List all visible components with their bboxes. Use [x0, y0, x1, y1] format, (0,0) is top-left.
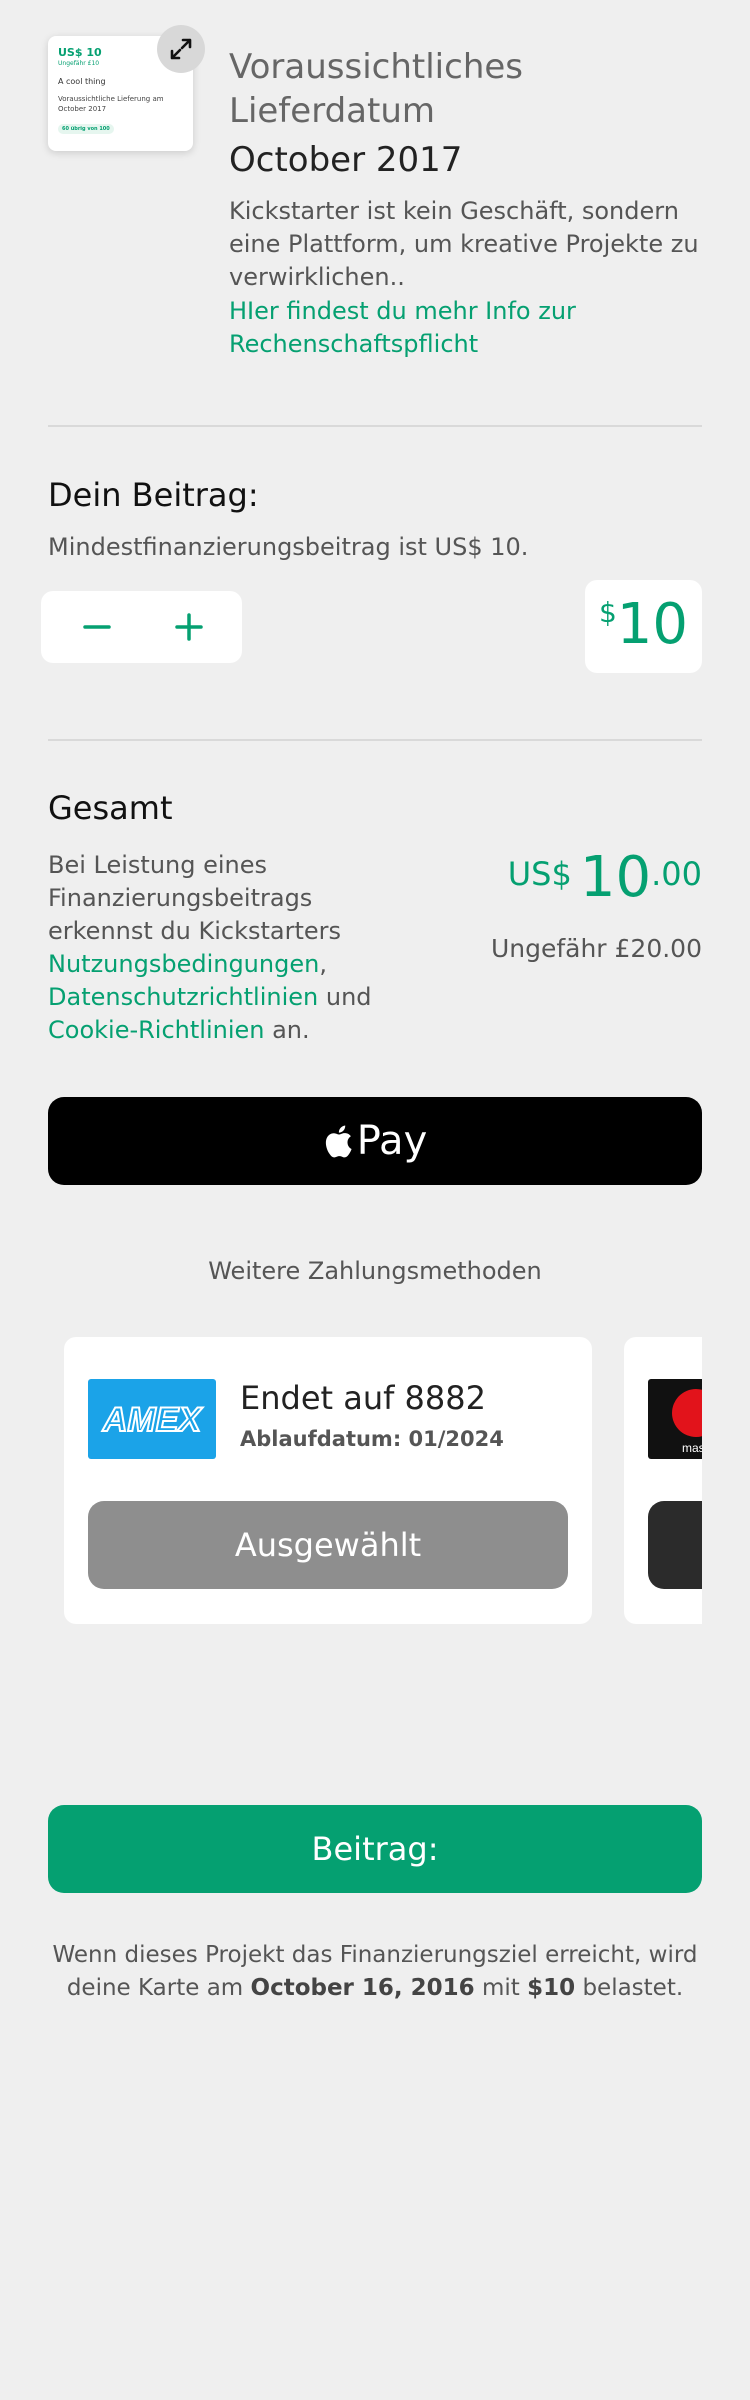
card-last-digits: Endet auf 8882	[240, 1379, 486, 1417]
card-select-button[interactable]	[648, 1501, 702, 1589]
expand-reward-button[interactable]	[157, 25, 205, 73]
apple-logo-icon	[325, 1125, 352, 1158]
total-amount-whole: 10	[579, 845, 652, 910]
terms-of-use-link[interactable]: Nutzungsbedingungen	[48, 950, 319, 978]
pledge-submit-button[interactable]: Beitrag:	[48, 1805, 702, 1893]
total-amount: US$ 10 .00	[508, 845, 702, 910]
card-selected-button[interactable]: Ausgewählt	[88, 1501, 568, 1589]
cookie-policy-link[interactable]: Cookie-Richtlinien	[48, 1016, 264, 1044]
total-currency: US$	[507, 855, 572, 893]
svg-text:mastercard: mastercard	[682, 1441, 702, 1455]
reward-remaining-badge: 60 übrig von 100	[58, 124, 114, 134]
total-amount-cents: .00	[651, 855, 702, 893]
divider	[48, 425, 702, 427]
apple-pay-label: Pay	[356, 1118, 428, 1164]
expand-arrows-icon	[170, 38, 192, 60]
payment-card-amex[interactable]: AMEX Endet auf 8882 Ablaufdatum: 01/2024…	[64, 1337, 592, 1624]
pledge-amount-value: 10	[616, 592, 689, 657]
minimum-pledge-text: Mindestfinanzierungsbeitrag ist US$ 10.	[48, 533, 529, 561]
card-expiry: Ablaufdatum: 01/2024	[240, 1427, 504, 1451]
more-payment-methods-title: Weitere Zahlungsmethoden	[208, 1257, 542, 1285]
svg-text:AMEX: AMEX	[102, 1401, 204, 1439]
plus-icon	[175, 613, 203, 641]
estimated-delivery-label: Voraussichtliches Lieferdatum	[229, 47, 523, 131]
charge-amount: $10	[527, 1975, 576, 2001]
mastercard-logo-icon: mastercard	[648, 1379, 702, 1459]
pledge-title: Dein Beitrag:	[48, 476, 259, 514]
currency-symbol: $	[598, 596, 617, 629]
divider	[48, 739, 702, 741]
minus-icon	[83, 625, 111, 629]
total-title: Gesamt	[48, 789, 173, 827]
accountability-link[interactable]: HIer findest du mehr Info zur Rechenscha…	[229, 295, 699, 361]
apple-pay-button[interactable]: Pay	[48, 1097, 702, 1185]
reward-delivery: Voraussichtliche Lieferung am October 20…	[58, 95, 164, 113]
increment-button[interactable]	[153, 591, 225, 663]
privacy-policy-link[interactable]: Datenschutzrichtlinien	[48, 983, 318, 1011]
pledge-amount-input[interactable]: $ 10	[585, 580, 702, 673]
payment-cards-carousel[interactable]: AMEX Endet auf 8882 Ablaufdatum: 01/2024…	[48, 1337, 702, 1627]
approx-total: Ungefähr £20.00	[490, 934, 702, 963]
reward-title: A cool thing	[58, 77, 106, 86]
decrement-button[interactable]	[61, 591, 133, 663]
charge-notice: Wenn dieses Projekt das Finanzierungszie…	[52, 1942, 698, 2001]
kickstarter-description: Kickstarter ist kein Geschäft, sondern e…	[229, 197, 699, 291]
terms-text: Bei Leistung eines Finanzierungsbeitrags…	[48, 851, 372, 1044]
charge-date: October 16, 2016	[250, 1975, 475, 2001]
pledge-stepper	[41, 591, 242, 663]
amex-logo-icon: AMEX	[88, 1379, 216, 1459]
payment-card-mastercard[interactable]: mastercard	[624, 1337, 702, 1624]
estimated-delivery-date: October 2017	[229, 140, 463, 180]
